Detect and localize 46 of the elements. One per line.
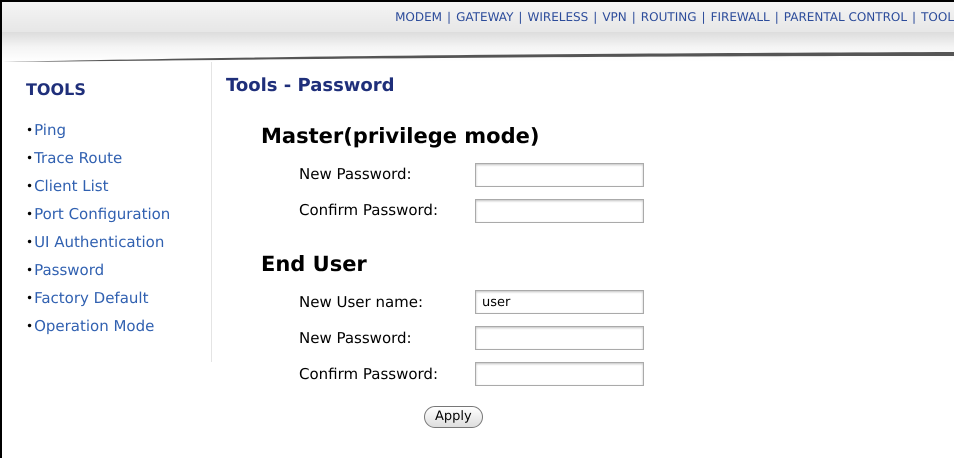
nav-link[interactable]: TOOL xyxy=(921,8,954,26)
input-field[interactable] xyxy=(475,198,644,222)
bullet-icon: • xyxy=(26,205,34,223)
sidebar-link[interactable]: Factory Default xyxy=(34,286,148,310)
nav-link[interactable]: WIRELESS xyxy=(527,8,588,26)
bullet-icon: • xyxy=(26,149,34,167)
bullet-icon: • xyxy=(26,177,34,195)
input-field[interactable]: user xyxy=(475,290,644,314)
bullet-icon: • xyxy=(26,289,34,307)
nav-separator: | xyxy=(447,9,452,26)
nav-separator: | xyxy=(912,9,916,26)
bullet-icon: • xyxy=(26,121,34,139)
sidebar-link[interactable]: Password xyxy=(34,258,104,282)
nav-separator: | xyxy=(632,9,636,26)
sidebar-link[interactable]: Client List xyxy=(34,174,108,198)
nav-link[interactable]: FIREWALL xyxy=(710,8,770,26)
sidebar-link[interactable]: Trace Route xyxy=(34,146,122,170)
bullet-icon: • xyxy=(26,317,34,335)
sidebar-title: TOOLS xyxy=(26,79,87,101)
bullet-icon: • xyxy=(26,261,34,279)
nav-separator: | xyxy=(593,9,598,26)
section-heading: Master(privilege mode) xyxy=(261,123,540,150)
sidebar-link[interactable]: UI Authentication xyxy=(34,230,164,254)
input-field[interactable] xyxy=(475,362,644,386)
sidebar-link[interactable]: Operation Mode xyxy=(34,314,154,338)
input-field[interactable] xyxy=(475,326,644,350)
field-label: Confirm Password: xyxy=(299,364,440,385)
nav-link[interactable]: ROUTING xyxy=(640,8,697,26)
page-title: Tools - Password xyxy=(226,74,396,98)
nav-separator: | xyxy=(518,9,522,26)
bullet-icon: • xyxy=(26,233,34,251)
nav-link[interactable]: GATEWAY xyxy=(456,8,514,26)
nav-link[interactable]: PARENTAL CONTROL xyxy=(784,8,908,26)
input-field[interactable] xyxy=(475,162,644,186)
nav-link[interactable]: MODEM xyxy=(395,8,442,26)
field-label: New Password: xyxy=(299,328,413,349)
section-heading: End User xyxy=(261,250,368,278)
nav-separator: | xyxy=(774,9,779,26)
nav-link[interactable]: VPN xyxy=(602,8,627,26)
apply-button[interactable]: Apply xyxy=(424,406,483,428)
field-label: Confirm Password: xyxy=(299,200,440,222)
field-label: New User name: xyxy=(299,292,424,313)
nav-separator: | xyxy=(702,9,706,26)
field-label: New Password: xyxy=(299,164,413,186)
sidebar-link[interactable]: Ping xyxy=(34,118,66,142)
sidebar-link[interactable]: Port Configuration xyxy=(34,202,170,226)
